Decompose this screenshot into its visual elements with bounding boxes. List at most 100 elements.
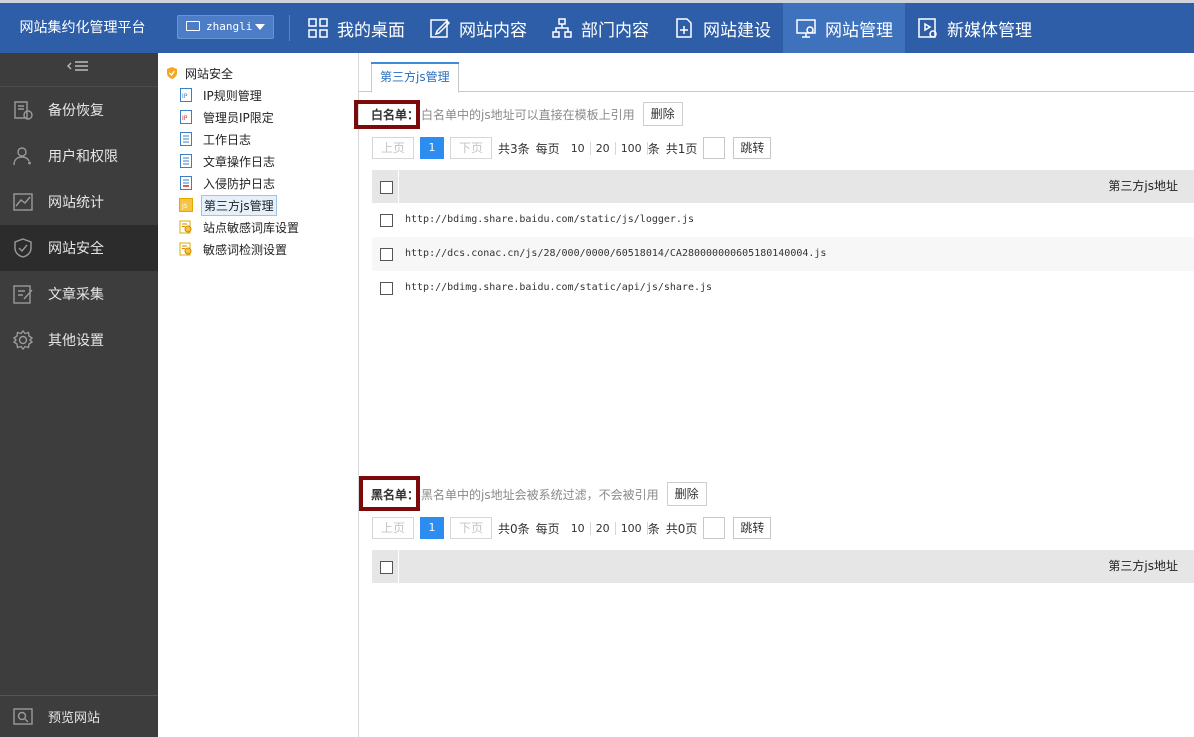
- tree-root[interactable]: 网站安全: [158, 62, 358, 84]
- whitelist-delete-button[interactable]: 删除: [642, 102, 683, 126]
- tab-third-party-js[interactable]: 第三方js管理: [371, 62, 459, 93]
- stats-icon: [13, 193, 33, 211]
- main-nav: 我的桌面 网站内容 部门内容 网站建设 网站管理 新媒体管理: [295, 3, 1044, 53]
- page-size-option[interactable]: 100: [616, 521, 648, 535]
- page-size-option[interactable]: 20: [591, 521, 616, 535]
- sidebar-item-label: 网站统计: [48, 195, 104, 211]
- settings-icon: [12, 329, 34, 351]
- sidebar-item-stats[interactable]: 网站统计: [0, 179, 158, 225]
- page-size-option[interactable]: 10: [566, 141, 591, 155]
- tree-panel: 网站安全 IP IP规则管理 IP 管理员IP限定 工作日志 文章操作日志 入侵…: [158, 53, 359, 737]
- row-checkbox[interactable]: [380, 248, 393, 261]
- nav-my-desktop[interactable]: 我的桌面: [295, 3, 417, 53]
- tree-item-work-log[interactable]: 工作日志: [158, 128, 358, 150]
- sensitive-word-icon: [179, 242, 192, 256]
- js-url: http://bdimg.share.baidu.com/static/api/…: [405, 282, 713, 293]
- sidebar-item-other-settings[interactable]: 其他设置: [0, 317, 158, 363]
- nav-new-media[interactable]: 新媒体管理: [905, 3, 1044, 53]
- log-doc-red-icon: [180, 176, 192, 190]
- prev-page-button[interactable]: 上页: [372, 517, 415, 539]
- jump-button[interactable]: 跳转: [733, 137, 772, 159]
- collapse-menu-icon: [67, 61, 88, 71]
- preview-icon: [13, 707, 33, 725]
- sidebar-item-collect[interactable]: 文章采集: [0, 271, 158, 317]
- unit-label: 条: [647, 141, 660, 156]
- tree-item-label: 文章操作日志: [203, 154, 276, 169]
- header-checkbox-cell: [372, 550, 399, 583]
- tree-item-third-party-js[interactable]: JS 第三方js管理: [158, 194, 358, 216]
- sidebar-item-label: 备份恢复: [48, 103, 104, 119]
- user-switcher[interactable]: zhangli: [177, 15, 274, 39]
- tree-item-label: 站点敏感词库设置: [203, 220, 300, 235]
- svg-text:IP: IP: [182, 115, 188, 122]
- jump-button[interactable]: 跳转: [733, 517, 772, 539]
- nav-dept-content[interactable]: 部门内容: [539, 3, 661, 53]
- shield-icon: [167, 67, 177, 79]
- per-page-label: 每页: [535, 141, 560, 156]
- tree-item-admin-ip[interactable]: IP 管理员IP限定: [158, 106, 358, 128]
- column-header: 第三方js地址: [1108, 179, 1178, 193]
- current-page[interactable]: 1: [420, 517, 445, 539]
- tree-item-article-log[interactable]: 文章操作日志: [158, 150, 358, 172]
- page-jump-input[interactable]: [703, 137, 726, 159]
- nav-site-build[interactable]: 网站建设: [661, 3, 783, 53]
- header-checkbox-cell: [372, 170, 399, 203]
- org-chart-icon: [552, 18, 572, 38]
- blacklist-delete-button[interactable]: 删除: [666, 482, 707, 506]
- nav-site-content[interactable]: 网站内容: [417, 3, 539, 53]
- js-url: http://bdimg.share.baidu.com/static/js/l…: [405, 214, 694, 225]
- row-checkbox[interactable]: [380, 214, 393, 227]
- sidebar-item-label: 其他设置: [48, 333, 104, 349]
- current-page[interactable]: 1: [420, 137, 445, 159]
- select-all-checkbox[interactable]: [380, 181, 393, 194]
- table-row: http://dcs.conac.cn/js/28/000/0000/60518…: [372, 237, 1194, 271]
- collect-icon: [13, 285, 33, 304]
- nav-label: 网站管理: [825, 20, 893, 41]
- user-icon: [13, 147, 31, 166]
- blacklist-pager: 上页 1 下页 共0条 每页 10 20 100 条 共0页 跳转: [372, 516, 772, 540]
- total-count: 共3条: [498, 141, 530, 156]
- prev-page-button[interactable]: 上页: [372, 137, 415, 159]
- tree-item-site-sensitive-words[interactable]: 站点敏感词库设置: [158, 216, 358, 238]
- sidebar-item-label: 文章采集: [48, 287, 104, 303]
- svg-text:JS: JS: [181, 203, 188, 210]
- sidebar-collapse[interactable]: [0, 53, 158, 87]
- tree-root-label: 网站安全: [185, 66, 234, 81]
- whitelist-desc: 白名单中的js地址可以直接在模板上引用: [421, 107, 635, 122]
- total-pages: 共1页: [665, 141, 698, 156]
- tree-item-intrusion-log[interactable]: 入侵防护日志: [158, 172, 358, 194]
- monitor-gear-icon: [796, 19, 816, 38]
- tree-item-sensitive-detect[interactable]: 敏感词检测设置: [158, 238, 358, 260]
- whitelist-pager: 上页 1 下页 共3条 每页 10 20 100 条 共1页 跳转: [372, 136, 772, 160]
- next-page-button[interactable]: 下页: [450, 517, 493, 539]
- app-title: 网站集约化管理平台: [19, 20, 146, 36]
- user-name: zhangli: [206, 20, 253, 33]
- chevron-down-icon: [255, 24, 265, 30]
- main-content: 第三方js管理 白名单： 白名单中的js地址可以直接在模板上引用 删除 上页 1…: [354, 53, 1194, 737]
- tree-item-label: 管理员IP限定: [203, 110, 274, 125]
- preview-site-button[interactable]: 预览网站: [0, 695, 158, 737]
- sidebar-item-label: 用户和权限: [48, 149, 118, 165]
- page-size-option[interactable]: 10: [566, 521, 591, 535]
- top-bar: 网站集约化管理平台 zhangli 我的桌面 网站内容 部门内容 网站建设 网站…: [0, 0, 1194, 53]
- sidebar-item-backup[interactable]: 备份恢复: [0, 87, 158, 133]
- tree-item-label: 第三方js管理: [201, 194, 277, 216]
- nav-label: 新媒体管理: [947, 20, 1032, 41]
- log-doc-icon: [180, 154, 192, 168]
- sidebar-item-security[interactable]: 网站安全: [0, 225, 158, 271]
- log-doc-icon: [180, 132, 192, 146]
- page-jump-input[interactable]: [703, 517, 726, 539]
- sidebar-item-label: 网站安全: [48, 241, 104, 257]
- select-all-checkbox[interactable]: [380, 561, 393, 574]
- sidebar-item-users[interactable]: 用户和权限: [0, 133, 158, 179]
- blacklist-header: 黑名单： 黑名单中的js地址会被系统过滤，不会被引用 删除: [371, 482, 707, 506]
- row-checkbox[interactable]: [380, 282, 393, 295]
- nav-label: 网站建设: [703, 20, 771, 41]
- next-page-button[interactable]: 下页: [450, 137, 493, 159]
- tree-item-ip-rules[interactable]: IP IP规则管理: [158, 84, 358, 106]
- tree-item-label: IP规则管理: [203, 88, 262, 103]
- page-size-option[interactable]: 100: [616, 141, 648, 155]
- nav-site-manage[interactable]: 网站管理: [783, 3, 905, 53]
- blacklist-table-header: 第三方js地址: [372, 550, 1194, 583]
- page-size-option[interactable]: 20: [591, 141, 616, 155]
